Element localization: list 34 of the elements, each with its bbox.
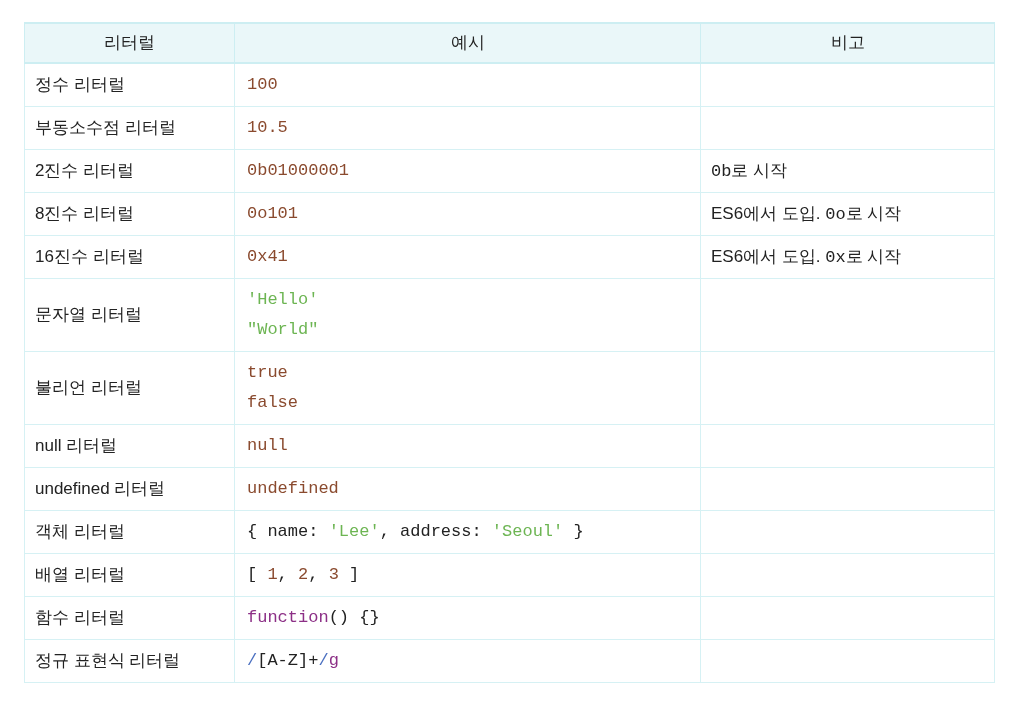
- code-example: 0o101: [247, 203, 298, 225]
- literal-cell: null 리터럴: [24, 424, 235, 468]
- literal-cell: 정규 표현식 리터럴: [24, 639, 235, 683]
- literal-cell: 불리언 리터럴: [24, 351, 235, 425]
- code-example: null: [247, 435, 288, 457]
- literal-cell: 배열 리터럴: [24, 553, 235, 597]
- code-example: 10.5: [247, 117, 288, 139]
- literal-cell: undefined 리터럴: [24, 467, 235, 511]
- literal-cell: 16진수 리터럴: [24, 235, 235, 279]
- code-example: [ 1, 2, 3 ]: [247, 564, 360, 586]
- code-example: 'Hello': [247, 289, 319, 311]
- column-header: 예시: [234, 23, 701, 63]
- literal-cell: 함수 리터럴: [24, 596, 235, 640]
- code-example: /[A-Z]+/g: [247, 650, 339, 672]
- literal-cell: 8진수 리터럴: [24, 192, 235, 236]
- code-example: 0b01000001: [247, 160, 350, 182]
- column-header: 리터럴: [24, 23, 235, 63]
- literal-cell: 문자열 리터럴: [24, 278, 235, 352]
- code-example: function() {}: [247, 607, 380, 629]
- literal-cell: 객체 리터럴: [24, 510, 235, 554]
- code-example: false: [247, 392, 298, 414]
- note-cell: 0b로 시작: [700, 149, 995, 193]
- code-example: 100: [247, 74, 278, 96]
- literal-cell: 정수 리터럴: [24, 63, 235, 107]
- code-example: undefined: [247, 478, 339, 500]
- literal-cell: 부동소수점 리터럴: [24, 106, 235, 150]
- code-example: "World": [247, 319, 319, 341]
- column-header: 비고: [700, 23, 995, 63]
- note-cell: ES6에서 도입. 0x로 시작: [700, 235, 995, 279]
- code-example: 0x41: [247, 246, 288, 268]
- note-cell: ES6에서 도입. 0o로 시작: [700, 192, 995, 236]
- literal-cell: 2진수 리터럴: [24, 149, 235, 193]
- code-example: { name: 'Lee', address: 'Seoul' }: [247, 521, 584, 543]
- code-example: true: [247, 362, 288, 384]
